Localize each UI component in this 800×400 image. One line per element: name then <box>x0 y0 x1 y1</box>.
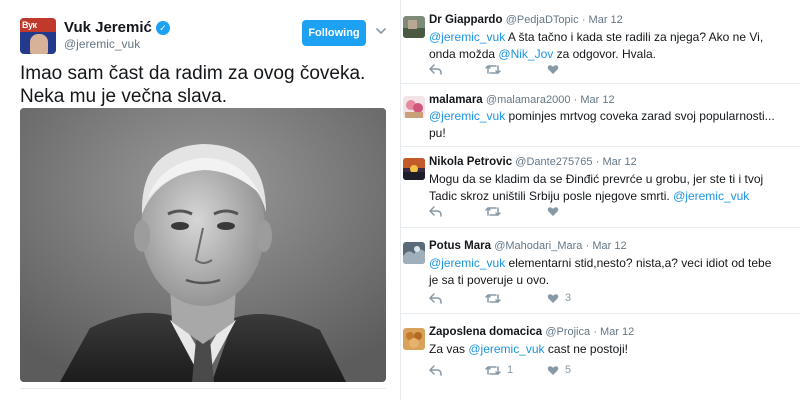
reply-header: Dr Giappardo @PedjaDTopic · Mar 12 <box>429 14 623 26</box>
reply-avatar[interactable] <box>403 96 425 118</box>
reply-date[interactable]: · Mar 12 <box>574 94 615 106</box>
retweet-button[interactable]: 1 <box>485 364 547 376</box>
reply-item[interactable]: Nikola Petrovic @Dante275765 · Mar 12 Mo… <box>401 156 781 228</box>
reply-author-handle[interactable]: @Mahodari_Mara <box>494 240 582 252</box>
like-button[interactable] <box>547 206 565 217</box>
reply-button[interactable] <box>429 364 485 376</box>
retweet-icon <box>485 207 501 216</box>
mention-link[interactable]: @jeremic_vuk <box>673 189 749 203</box>
like-count: 3 <box>565 292 572 304</box>
retweet-icon <box>485 365 501 375</box>
like-icon <box>547 65 559 74</box>
reply-header: Zaposlena domacica @Projica · Mar 12 <box>429 326 634 338</box>
mention-link[interactable]: @Nik_Jov <box>498 47 553 61</box>
reply-separator <box>401 83 800 84</box>
reply-date[interactable]: · Mar 12 <box>596 156 637 168</box>
reply-header: Nikola Petrovic @Dante275765 · Mar 12 <box>429 156 637 168</box>
reply-text: @jeremic_vuk elementarni stid,nesto? nis… <box>429 255 779 289</box>
reply-item[interactable]: malamara @malamara2000 · Mar 12 @jeremic… <box>401 94 781 150</box>
reply-text-segment: Za vas <box>429 342 469 356</box>
reply-actions <box>429 206 565 217</box>
retweet-icon <box>485 293 501 303</box>
reply-item[interactable]: Potus Mara @Mahodari_Mara · Mar 12 @jere… <box>401 240 781 312</box>
reply-header: malamara @malamara2000 · Mar 12 <box>429 94 615 106</box>
reply-button[interactable] <box>429 64 485 75</box>
tweet-photo[interactable] <box>20 108 386 382</box>
retweet-button[interactable] <box>485 293 547 304</box>
reply-avatar[interactable] <box>403 158 425 180</box>
reply-text: @jeremic_vuk A šta tačno i kada ste radi… <box>429 29 779 63</box>
reply-avatar[interactable] <box>403 242 425 264</box>
reply-icon <box>429 64 442 75</box>
portrait-image <box>20 108 386 382</box>
reply-icon <box>429 364 442 376</box>
reply-text-segment: za odgovor. Hvala. <box>553 47 656 61</box>
like-icon <box>547 365 559 375</box>
reply-author-handle[interactable]: @PedjaDTopic <box>506 14 579 26</box>
reply-author-name[interactable]: Nikola Petrovic <box>429 156 512 168</box>
replies-list: Dr Giappardo @PedjaDTopic · Mar 12 @jere… <box>401 0 800 400</box>
reply-text: Za vas @jeremic_vuk cast ne postoji! <box>429 341 779 358</box>
like-count: 5 <box>565 364 572 376</box>
reply-actions: 1 5 <box>429 364 571 376</box>
reply-author-handle[interactable]: @malamara2000 <box>486 94 571 106</box>
reply-icon <box>429 292 442 304</box>
chevron-down-icon[interactable] <box>374 24 388 38</box>
reply-actions <box>429 64 565 75</box>
reply-author-handle[interactable]: @Dante275765 <box>515 156 592 168</box>
author-avatar[interactable]: Вук <box>20 18 56 54</box>
author-name-row: Vuk Jeremić ✓ <box>64 19 170 36</box>
reply-author-name[interactable]: Zaposlena domacica <box>429 326 542 338</box>
reply-text: Mogu da se kladim da se Đinđić prevrće u… <box>429 171 779 205</box>
mention-link[interactable]: @jeremic_vuk <box>429 30 505 44</box>
reply-item[interactable]: Dr Giappardo @PedjaDTopic · Mar 12 @jere… <box>401 14 781 86</box>
reply-text-segment: cast ne postoji! <box>544 342 628 356</box>
reply-date[interactable]: · Mar 12 <box>586 240 627 252</box>
reply-date[interactable]: · Mar 12 <box>593 326 634 338</box>
author-name[interactable]: Vuk Jeremić <box>64 19 152 36</box>
reply-avatar[interactable] <box>403 16 425 38</box>
mention-link[interactable]: @jeremic_vuk <box>429 109 505 123</box>
reply-item[interactable]: Zaposlena domacica @Projica · Mar 12 Za … <box>401 326 781 386</box>
like-button[interactable] <box>547 64 565 75</box>
reply-author-name[interactable]: Dr Giappardo <box>429 14 502 26</box>
like-button[interactable]: 3 <box>547 292 571 304</box>
author-handle[interactable]: @jeremic_vuk <box>64 37 140 51</box>
like-button[interactable]: 5 <box>547 364 571 376</box>
tweet-text: Imao sam čast da radim za ovog čoveka. N… <box>20 63 366 107</box>
reply-separator <box>401 227 800 228</box>
reply-actions: 3 <box>429 292 571 304</box>
reply-button[interactable] <box>429 292 485 304</box>
reply-author-name[interactable]: Potus Mara <box>429 240 491 252</box>
reply-author-name[interactable]: malamara <box>429 94 483 106</box>
reply-button[interactable] <box>429 206 485 217</box>
reply-icon <box>429 206 442 217</box>
like-icon <box>547 207 559 216</box>
like-icon <box>547 293 559 303</box>
following-button[interactable]: Following <box>302 20 366 46</box>
retweet-button[interactable] <box>485 64 547 75</box>
reply-header: Potus Mara @Mahodari_Mara · Mar 12 <box>429 240 627 252</box>
reply-author-handle[interactable]: @Projica <box>545 326 590 338</box>
retweet-count: 1 <box>507 364 514 376</box>
reply-date[interactable]: · Mar 12 <box>582 14 623 26</box>
reply-text: @jeremic_vuk pominjes mrtvog coveka zara… <box>429 108 779 142</box>
retweet-button[interactable] <box>485 206 547 217</box>
retweet-icon <box>485 65 501 74</box>
reply-avatar[interactable] <box>403 328 425 350</box>
reply-separator <box>401 146 800 147</box>
verified-badge-icon: ✓ <box>155 20 170 35</box>
mention-link[interactable]: @jeremic_vuk <box>468 342 544 356</box>
tweet-footer-divider <box>20 388 386 389</box>
main-tweet: Вук Vuk Jeremić ✓ @jeremic_vuk Following… <box>0 0 400 400</box>
reply-separator <box>401 313 800 314</box>
mention-link[interactable]: @jeremic_vuk <box>429 256 505 270</box>
avatar-logo-text: Вук <box>22 20 37 30</box>
